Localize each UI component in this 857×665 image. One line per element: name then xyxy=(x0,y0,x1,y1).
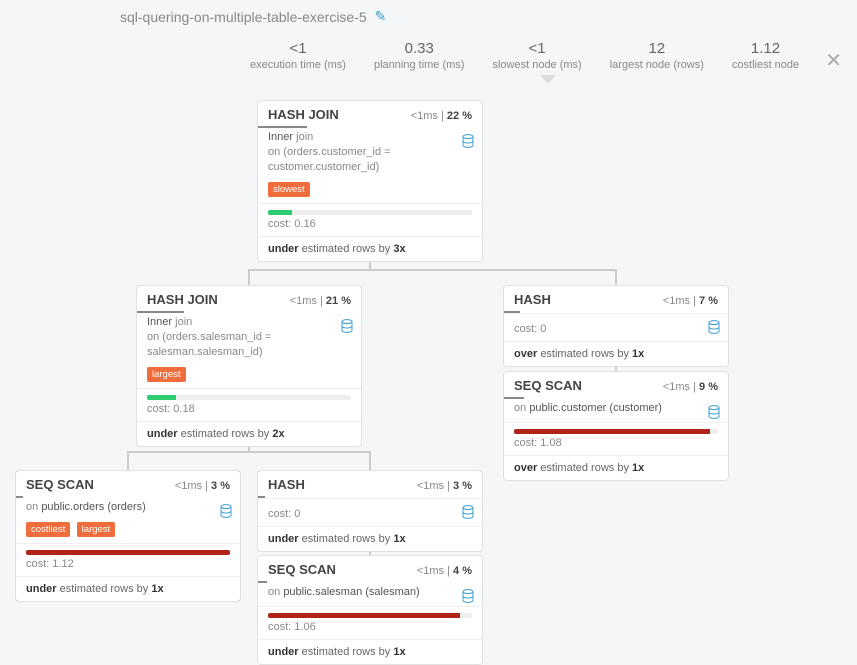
cost-bar xyxy=(147,395,351,400)
stat-plan-time: 0.33 planning time (ms) xyxy=(374,40,464,71)
plan-node-seqscan-salesman[interactable]: SEQ SCAN <1ms | 4 % on public.salesman (… xyxy=(257,555,483,665)
stat-costliest: 1.12 costliest node xyxy=(732,40,799,71)
plan-node-hash-right[interactable]: HASH <1ms | 7 % cost: 0 over estimated r… xyxy=(503,285,729,367)
database-icon xyxy=(462,589,474,606)
stat-exec-time: <1 execution time (ms) xyxy=(250,40,346,71)
stats-bar: <1 execution time (ms) 0.33 planning tim… xyxy=(250,40,837,71)
stats-pointer xyxy=(540,75,556,84)
node-op: HASH JOIN xyxy=(147,292,218,307)
close-icon[interactable]: ✕ xyxy=(825,48,842,73)
database-icon xyxy=(708,320,720,337)
plan-node-hash-join-inner[interactable]: HASH JOIN <1ms | 21 % Inner join on (ord… xyxy=(136,285,362,447)
badge-largest: largest xyxy=(77,522,116,537)
row-estimate: under estimated rows by 3x xyxy=(258,237,482,261)
node-op: HASH JOIN xyxy=(268,107,339,122)
badge-largest: largest xyxy=(147,367,186,382)
plan-node-hash-left[interactable]: HASH <1ms | 3 % cost: 0 under estimated … xyxy=(257,470,483,552)
node-desc: Inner join on (orders.salesman_id = sale… xyxy=(147,313,351,360)
edit-icon[interactable]: ✎ xyxy=(375,8,387,25)
stat-slowest: <1 slowest node (ms) xyxy=(492,40,581,71)
database-icon xyxy=(462,505,474,522)
stat-largest: 12 largest node (rows) xyxy=(610,40,704,71)
node-time-pct: <1ms | 21 % xyxy=(290,295,351,307)
database-icon xyxy=(708,405,720,422)
page-title: sql-quering-on-multiple-table-exercise-5 xyxy=(120,9,367,25)
badge-costliest: costliest xyxy=(26,522,70,537)
node-time-pct: <1ms | 22 % xyxy=(411,110,472,122)
plan-node-seqscan-customer[interactable]: SEQ SCAN <1ms | 9 % on public.customer (… xyxy=(503,371,729,481)
plan-node-hash-join-root[interactable]: HASH JOIN <1ms | 22 % Inner join on (ord… xyxy=(257,100,483,262)
database-icon xyxy=(341,319,353,336)
database-icon xyxy=(220,504,232,521)
node-desc: Inner join on (orders.customer_id = cust… xyxy=(268,128,472,175)
node-op: HASH xyxy=(514,292,551,307)
cost-label: cost: 0.16 xyxy=(268,218,472,230)
database-icon xyxy=(462,134,474,151)
badge-slowest: slowest xyxy=(268,182,310,197)
plan-node-seqscan-orders[interactable]: SEQ SCAN <1ms | 3 % on public.orders (or… xyxy=(15,470,241,602)
cost-bar xyxy=(268,210,472,215)
